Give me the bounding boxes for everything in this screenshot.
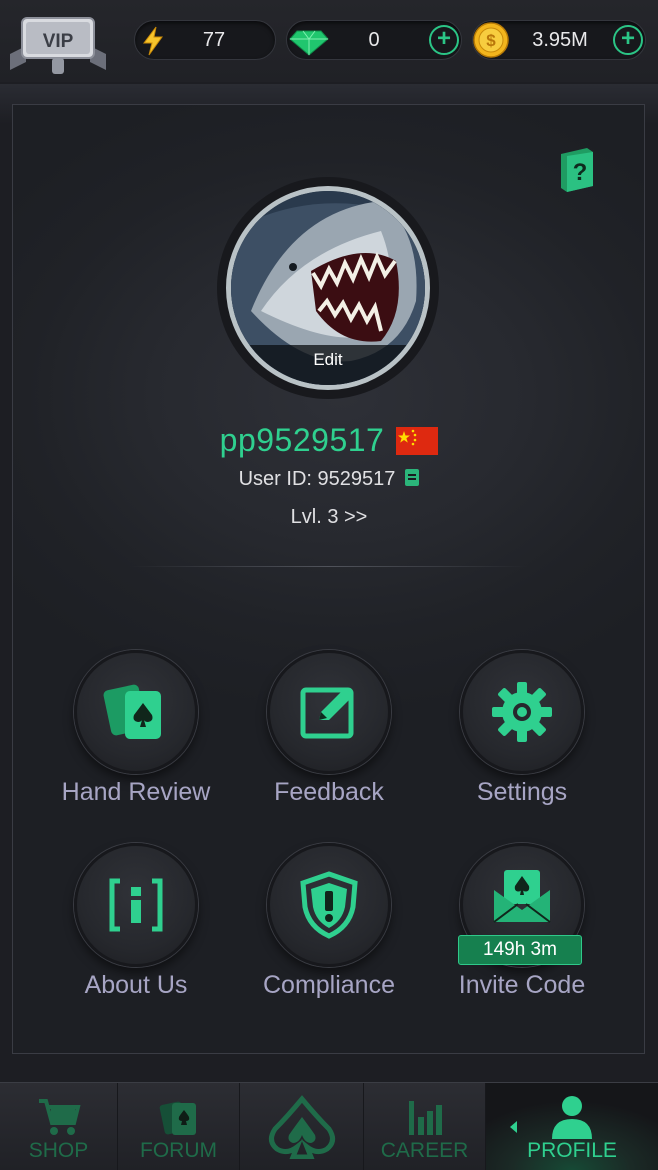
compliance-button[interactable]: Compliance (229, 843, 429, 1003)
user-icon (552, 1096, 592, 1139)
bottom-navigation: SHOP FORUM CAREER PROFILE (0, 1082, 658, 1170)
coins-counter: $ 3.95M + (472, 20, 646, 60)
svg-text:$: $ (486, 31, 496, 50)
feedback-circle[interactable] (267, 650, 391, 774)
compliance-circle[interactable] (267, 843, 391, 967)
nav-shop[interactable]: SHOP (0, 1083, 118, 1170)
info-icon (109, 878, 163, 932)
username-row: pp9529517 (0, 422, 658, 459)
about-us-circle[interactable] (74, 843, 198, 967)
energy-value: 77 (202, 29, 226, 51)
feedback-button[interactable]: Feedback (229, 650, 429, 810)
about-us-button[interactable]: About Us (36, 843, 236, 1003)
username: pp9529517 (219, 422, 385, 458)
top-currency-bar: VIP 77 0 + $ 3.95M + (0, 0, 658, 82)
china-flag-icon (396, 426, 439, 455)
gems-counter: 0 + (286, 20, 462, 60)
edit-note-icon (300, 687, 354, 739)
user-id: User ID: 9529517 (238, 468, 396, 490)
nav-home[interactable] (240, 1083, 364, 1170)
avatar-edit-label[interactable]: Edit (231, 345, 425, 385)
invite-timer-badge: 149h 3m (458, 935, 582, 965)
active-indicator-icon (510, 1121, 517, 1133)
gems-value: 0 (368, 29, 380, 51)
gear-icon (492, 682, 552, 742)
coin-icon: $ (473, 22, 509, 58)
spade-logo-icon (268, 1095, 335, 1159)
settings-button[interactable]: Settings (422, 650, 622, 810)
user-id-row: User ID: 9529517 (0, 468, 658, 491)
help-icon[interactable]: ? (559, 146, 595, 192)
nav-career-label: CAREER (380, 1139, 469, 1162)
diamond-icon (289, 30, 329, 56)
coins-value: 3.95M (532, 29, 588, 51)
copy-icon[interactable] (405, 469, 420, 486)
envelope-spade-icon (493, 869, 551, 923)
nav-profile-label: PROFILE (527, 1139, 617, 1162)
nav-forum-label: FORUM (140, 1139, 217, 1162)
add-gems-button[interactable]: + (429, 25, 459, 55)
vip-text: VIP (43, 31, 74, 52)
divider (130, 566, 528, 567)
invite-code-button[interactable]: 149h 3m Invite Code (422, 843, 622, 1003)
nav-career[interactable]: CAREER (364, 1083, 486, 1170)
nav-shop-label: SHOP (28, 1139, 89, 1162)
vip-badge[interactable]: VIP (8, 10, 108, 78)
add-coins-button[interactable]: + (613, 25, 643, 55)
hand-review-circle[interactable] (74, 650, 198, 774)
cart-icon (38, 1099, 81, 1135)
invite-code-label: Invite Code (458, 971, 586, 999)
settings-circle[interactable] (460, 650, 584, 774)
nav-profile[interactable]: PROFILE (486, 1083, 658, 1170)
svg-text:?: ? (573, 159, 588, 186)
energy-counter: 77 (134, 20, 276, 60)
level-link[interactable]: Lvl. 3 >> (0, 506, 658, 529)
forum-cards-icon (159, 1101, 196, 1135)
lightning-icon (143, 26, 163, 56)
hand-review-button[interactable]: Hand Review (36, 650, 236, 810)
nav-forum[interactable]: FORUM (118, 1083, 240, 1170)
bar-chart-icon (408, 1101, 442, 1135)
shield-alert-icon (300, 871, 358, 939)
avatar[interactable]: Edit (226, 186, 430, 390)
cards-icon (103, 684, 161, 739)
settings-label: Settings (476, 778, 568, 806)
